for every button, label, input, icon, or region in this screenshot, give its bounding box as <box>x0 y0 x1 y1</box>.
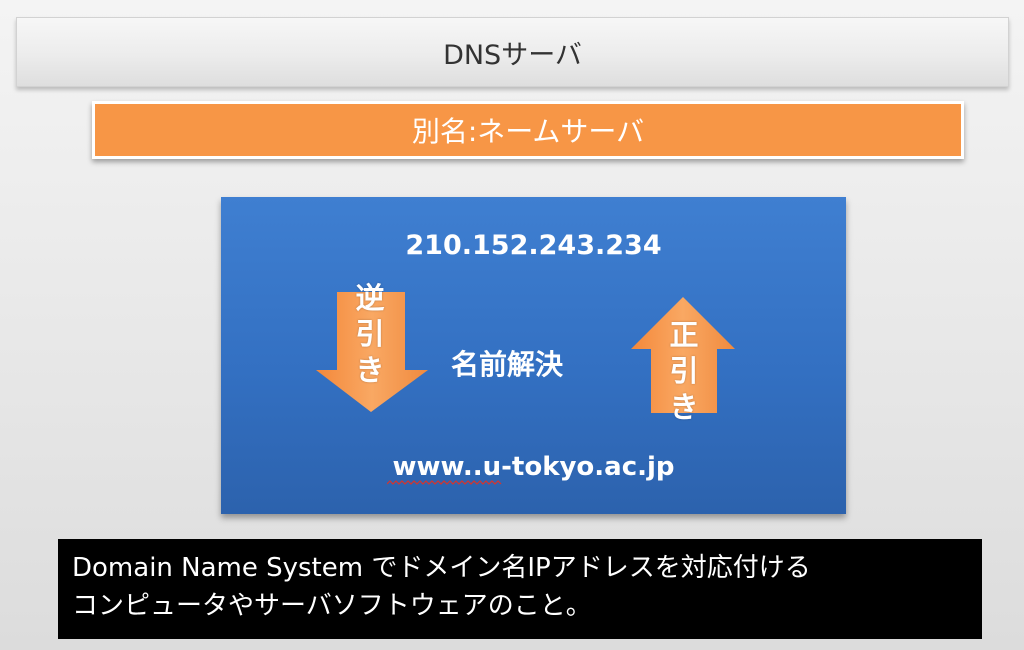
description-caption: Domain Name System でドメイン名IPアドレスを対応付ける コン… <box>58 539 982 639</box>
forward-lookup-label: 正 引 き <box>669 318 699 424</box>
caption-line-1: Domain Name System でドメイン名IPアドレスを対応付ける <box>72 553 811 583</box>
domain-name-label: www..u-tokyo.ac.jp <box>392 452 675 482</box>
subtitle-banner: 別名:ネームサーバ <box>92 101 964 159</box>
title-bar: DNSサーバ <box>16 17 1009 87</box>
dns-diagram: 210.152.243.234 逆 引 き 名前解決 正 引 き www..u-… <box>221 197 846 514</box>
caption-line-2: コンピュータやサーバソフトウェアのこと。 <box>72 591 592 621</box>
ip-address-label: 210.152.243.234 <box>405 230 662 261</box>
subtitle-text: 別名:ネームサーバ <box>411 115 645 148</box>
reverse-lookup-label: 逆 引 き <box>355 281 385 387</box>
page-title: DNSサーバ <box>443 39 582 71</box>
name-resolution-label: 名前解決 <box>451 348 564 381</box>
spellcheck-underline <box>387 480 502 485</box>
